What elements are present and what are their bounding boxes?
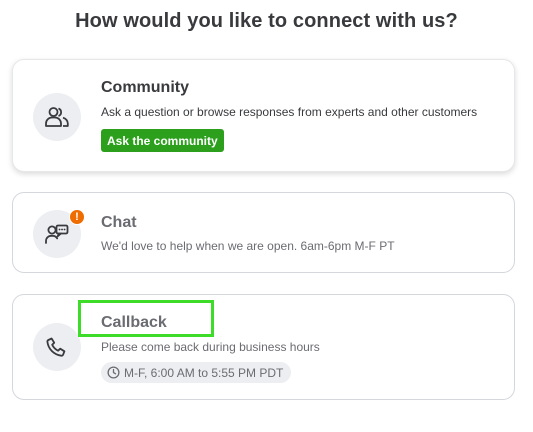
community-card[interactable]: Community Ask a question or browse respo… bbox=[12, 59, 515, 172]
clock-icon bbox=[107, 366, 120, 379]
community-description: Ask a question or browse responses from … bbox=[101, 105, 478, 119]
phone-icon bbox=[46, 337, 66, 357]
community-icon-container bbox=[33, 93, 81, 141]
community-title: Community bbox=[101, 79, 189, 96]
business-hours-pill: M-F, 6:00 AM to 5:55 PM PDT bbox=[101, 362, 292, 383]
callback-icon-container bbox=[33, 323, 81, 371]
chat-icon-container: ! bbox=[33, 209, 85, 258]
chat-alert-badge: ! bbox=[69, 209, 85, 225]
people-icon bbox=[45, 107, 69, 127]
callback-card[interactable]: Callback Please come back during busines… bbox=[12, 294, 515, 400]
chat-card[interactable]: ! Chat We'd love to help when we are ope… bbox=[12, 192, 515, 273]
page-heading: How would you like to connect with us? bbox=[75, 10, 458, 32]
chat-description: We'd love to help when we are open. 6am-… bbox=[101, 239, 395, 253]
chat-title: Chat bbox=[101, 214, 137, 231]
callback-title: Callback bbox=[101, 314, 167, 331]
chat-agent-icon bbox=[45, 224, 69, 244]
business-hours-text: M-F, 6:00 AM to 5:55 PM PDT bbox=[124, 365, 284, 380]
ask-community-button[interactable]: Ask the community bbox=[101, 129, 224, 152]
callback-description: Please come back during business hours bbox=[101, 340, 320, 354]
